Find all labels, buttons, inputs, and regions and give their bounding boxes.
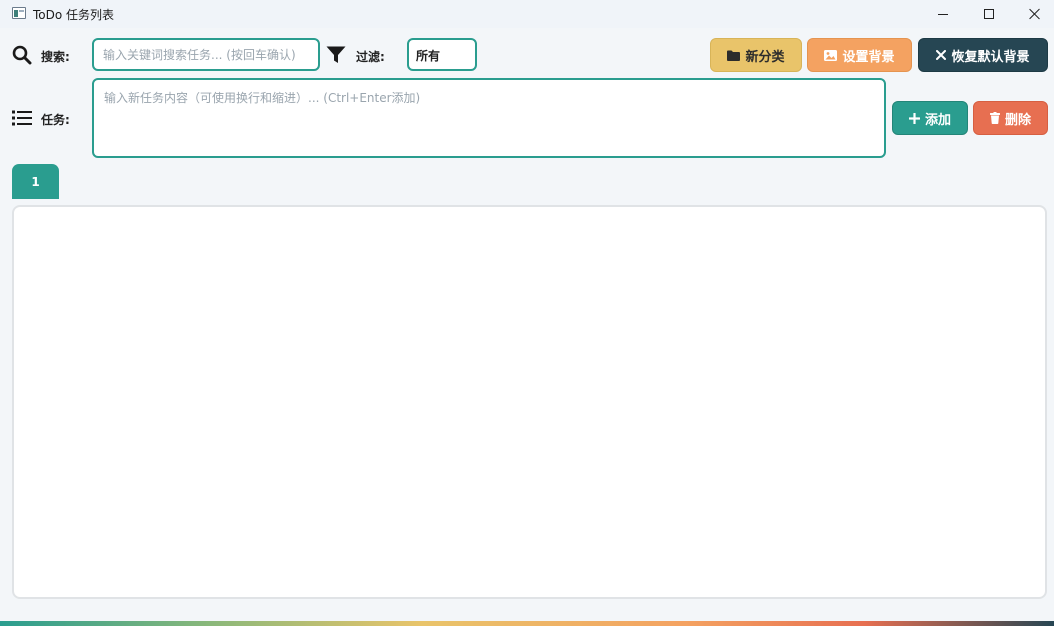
list-icon: [12, 110, 32, 126]
filter-icon: [326, 46, 346, 63]
tab-1[interactable]: 1: [12, 164, 59, 199]
close-icon: [936, 50, 947, 60]
folder-icon: [727, 50, 741, 61]
maximize-button[interactable]: [966, 0, 1012, 28]
plus-icon: [908, 112, 920, 124]
task-list-panel[interactable]: [12, 205, 1047, 599]
search-icon: [12, 45, 32, 65]
add-task-button[interactable]: 添加: [892, 101, 968, 135]
task-input[interactable]: [92, 78, 886, 158]
tab-label: 1: [31, 174, 40, 189]
window-close-icon: [1029, 8, 1041, 20]
delete-task-label: 删除: [1004, 112, 1031, 128]
set-background-label: 设置背景: [842, 49, 895, 65]
maximize-icon: [984, 9, 994, 19]
trash-icon: [989, 112, 1000, 124]
new-category-label: 新分类: [745, 49, 785, 65]
title-bar: ToDo 任务列表: [0, 0, 1054, 28]
add-task-label: 添加: [924, 112, 951, 128]
task-label: 任务:: [41, 113, 70, 127]
reset-background-button[interactable]: 恢复默认背景: [918, 38, 1048, 72]
window-close-button[interactable]: [1012, 0, 1054, 28]
filter-label: 过滤:: [356, 50, 385, 64]
app-icon: [12, 7, 26, 19]
window-title: ToDo 任务列表: [33, 8, 115, 22]
reset-background-label: 恢复默认背景: [951, 49, 1030, 65]
image-icon: [824, 49, 838, 61]
new-category-button[interactable]: 新分类: [710, 38, 802, 72]
bottom-gradient-strip: [0, 621, 1054, 626]
search-input[interactable]: [92, 38, 320, 71]
filter-selected-value: 所有: [416, 49, 441, 63]
set-background-button[interactable]: 设置背景: [807, 38, 912, 72]
minimize-button[interactable]: [920, 0, 966, 28]
minimize-icon: [938, 13, 948, 15]
filter-select[interactable]: 所有: [407, 38, 477, 71]
search-label: 搜索:: [41, 50, 70, 64]
delete-task-button[interactable]: 删除: [973, 101, 1048, 135]
